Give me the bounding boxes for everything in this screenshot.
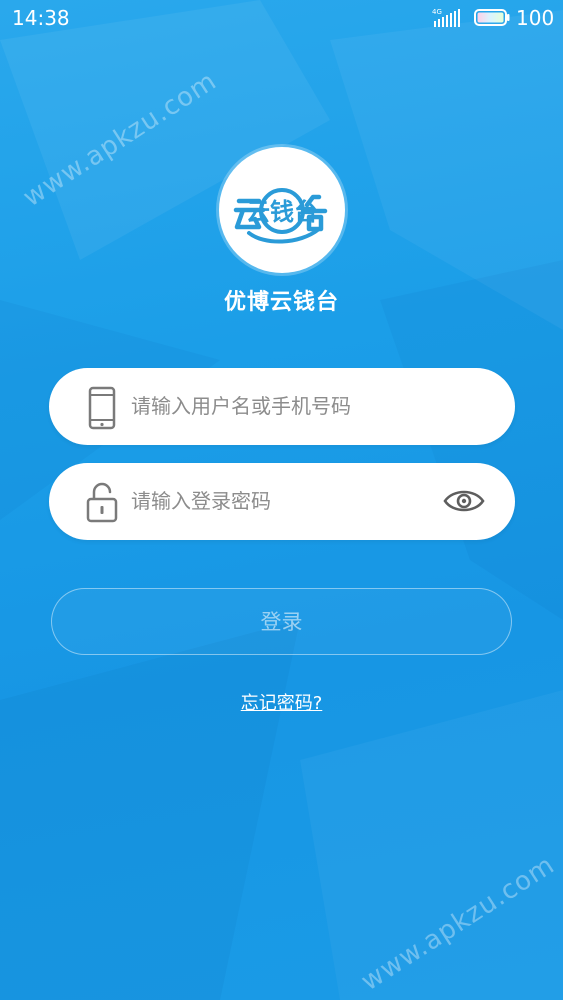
- username-field[interactable]: [49, 368, 515, 445]
- battery-level: 100: [516, 6, 555, 30]
- forgot-password-link[interactable]: 忘记密码?: [241, 693, 323, 714]
- network-type-label: 4G: [432, 8, 442, 16]
- eye-icon[interactable]: [443, 485, 485, 517]
- username-input[interactable]: [131, 382, 431, 430]
- signal-icon: 4G: [432, 8, 460, 27]
- battery-icon: [474, 9, 510, 26]
- app-name: 优博云钱台: [223, 290, 339, 315]
- watermark-bottom: www.apkzu.com: [356, 849, 561, 998]
- unlock-icon: [86, 482, 118, 523]
- yunqiantai-logo-icon: 云钱台: [233, 188, 328, 244]
- password-field[interactable]: [49, 463, 515, 540]
- phone-icon: [88, 386, 116, 430]
- status-bar: 14:38 4G 100: [0, 0, 563, 36]
- app-logo: 云钱台: [219, 147, 345, 273]
- forgot-password-row: 忘记密码?: [0, 689, 563, 715]
- password-input[interactable]: [131, 477, 431, 525]
- watermark-top: www.apkzu.com: [18, 65, 223, 214]
- login-button[interactable]: 登录: [51, 588, 512, 655]
- status-time: 14:38: [12, 6, 70, 30]
